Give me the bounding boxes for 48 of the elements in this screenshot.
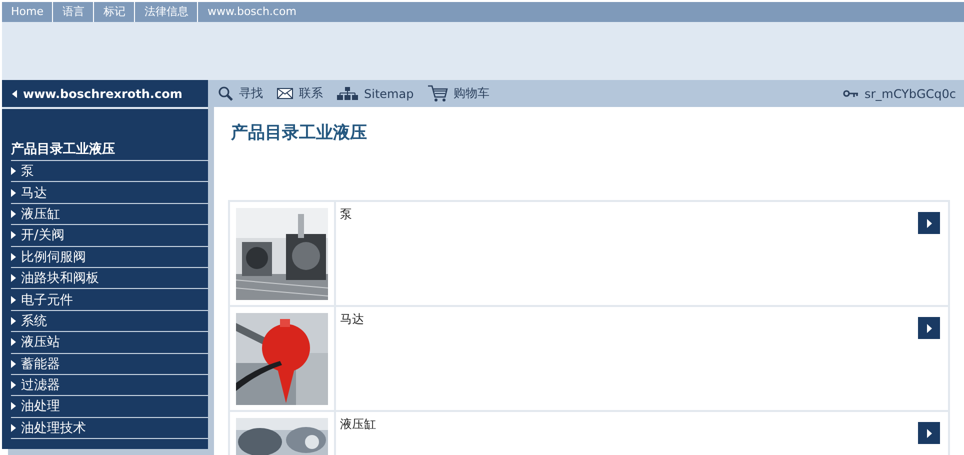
sidebar-heading: 产品目录工业液压 <box>11 140 209 161</box>
search-icon <box>218 86 233 101</box>
open-button[interactable] <box>918 422 940 444</box>
sidebar-item[interactable]: 比例伺服阀 <box>11 246 208 268</box>
user-login[interactable]: sr_mCYbGCq0c <box>843 86 956 100</box>
sidebar-item[interactable]: 马达 <box>11 182 208 204</box>
sidebar-item[interactable]: 蓄能器 <box>11 354 208 375</box>
key-icon <box>843 90 858 98</box>
sidebar-item[interactable]: 液压站 <box>11 332 208 354</box>
triangle-icon <box>11 210 16 218</box>
toolbar-link[interactable]: 寻找 <box>218 85 263 102</box>
triangle-icon <box>11 274 16 282</box>
triangle-icon <box>11 252 16 261</box>
sidebar-item[interactable]: 开/关阀 <box>11 225 208 247</box>
cart-icon <box>428 85 448 102</box>
sidebar-item[interactable]: 电子元件 <box>11 289 208 311</box>
sidebar-item[interactable]: 油处理 <box>11 396 208 418</box>
triangle-icon <box>11 360 16 368</box>
triangle-icon <box>926 218 932 228</box>
toolbar-link[interactable]: 联系 <box>277 85 323 102</box>
toolbar-link[interactable]: 购物车 <box>428 85 490 102</box>
triangle-icon <box>11 402 16 410</box>
triangle-icon <box>926 324 932 332</box>
back-arrow-icon <box>12 90 17 98</box>
sidebar-item[interactable]: 油路块和阀板 <box>11 268 208 290</box>
product-name[interactable]: 泵 <box>340 206 352 223</box>
triangle-icon <box>926 428 932 438</box>
triangle-icon <box>11 296 16 304</box>
triangle-icon <box>11 188 16 197</box>
sidebar-item[interactable]: 过滤器 <box>11 374 208 396</box>
product-name[interactable]: 马达 <box>340 311 364 328</box>
sitemap-icon <box>337 87 358 100</box>
page-title: 产品目录工业液压 <box>231 122 368 144</box>
envelope-icon <box>277 88 293 99</box>
sidebar-item[interactable]: 系统 <box>11 310 208 332</box>
triangle-icon <box>11 167 16 176</box>
sidebar-item[interactable]: 泵 <box>11 161 208 182</box>
open-button[interactable] <box>918 317 940 339</box>
sidebar-item[interactable]: 油处理技术 <box>11 418 208 440</box>
triangle-icon <box>11 381 16 390</box>
triangle-icon <box>11 424 16 432</box>
product-name[interactable]: 液压缸 <box>340 416 376 433</box>
toolbar-link[interactable]: Sitemap <box>337 86 414 100</box>
triangle-icon <box>11 338 16 346</box>
sidebar-item[interactable]: 液压缸 <box>11 204 208 226</box>
open-button[interactable] <box>918 212 940 234</box>
triangle-icon <box>11 231 16 240</box>
triangle-icon <box>11 316 16 325</box>
